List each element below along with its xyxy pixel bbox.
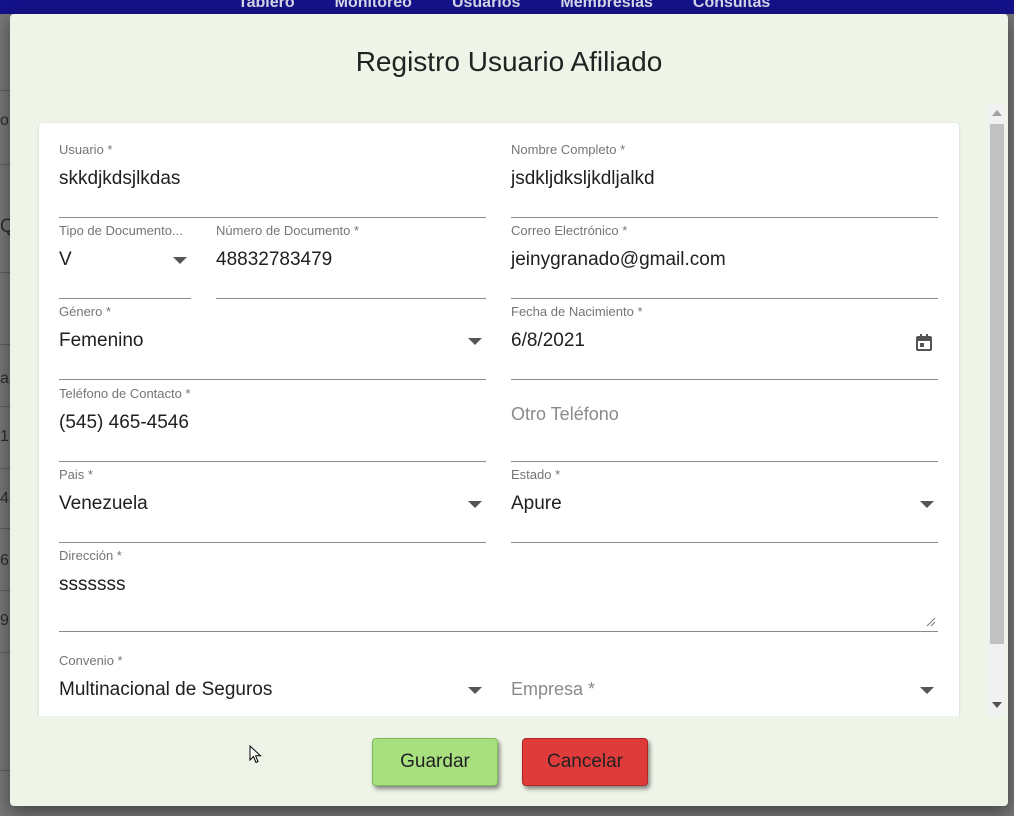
estado-value[interactable]: Apure bbox=[511, 493, 562, 515]
correo-input[interactable]: jeinygranado@gmail.com bbox=[511, 249, 726, 271]
pais-select[interactable]: Pais * Venezuela bbox=[59, 467, 486, 543]
genero-label: Género * bbox=[59, 304, 112, 319]
direccion-textarea[interactable]: sssssss bbox=[59, 574, 126, 596]
otro-telefono-placeholder[interactable]: Otro Teléfono bbox=[511, 404, 619, 425]
nav-item-tablero: Tablero bbox=[238, 0, 295, 11]
estado-select[interactable]: Estado * Apure bbox=[511, 467, 938, 543]
calendar-icon[interactable] bbox=[916, 334, 932, 351]
registration-dialog: Registro Usuario Afiliado Usuario * skkd… bbox=[10, 14, 1008, 806]
fecha-nacimiento-input[interactable]: 6/8/2021 bbox=[511, 330, 585, 352]
correo-field[interactable]: Correo Electrónico * jeinygranado@gmail.… bbox=[511, 223, 938, 299]
genero-select[interactable]: Género * Femenino bbox=[59, 304, 486, 380]
background-divider bbox=[0, 468, 10, 469]
nav-item-monitoreo: Monitoreo bbox=[334, 0, 412, 11]
background-edge-text: 4 bbox=[0, 490, 9, 507]
nombre-completo-field[interactable]: Nombre Completo * jsdkljdksljkdljalkd bbox=[511, 142, 938, 218]
fecha-nacimiento-field[interactable]: Fecha de Nacimiento * 6/8/2021 bbox=[511, 304, 938, 380]
chevron-down-icon[interactable] bbox=[920, 687, 934, 694]
background-edge-text: o bbox=[0, 112, 9, 129]
background-edge-text: a bbox=[0, 370, 9, 387]
background-nav: Tablero Monitoreo Usuarios Membresías Co… bbox=[238, 0, 770, 12]
telefono-label: Teléfono de Contacto * bbox=[59, 386, 191, 401]
numero-documento-label: Número de Documento * bbox=[216, 223, 360, 238]
form-card: Usuario * skkdjkdsjlkdas Nombre Completo… bbox=[39, 123, 959, 716]
background-divider bbox=[0, 344, 10, 345]
otro-telefono-field[interactable]: Otro Teléfono bbox=[511, 386, 938, 462]
cancelar-button[interactable]: Cancelar bbox=[522, 738, 648, 786]
telefono-input[interactable]: (545) 465-4546 bbox=[59, 412, 189, 434]
tipo-documento-value[interactable]: V bbox=[59, 249, 72, 271]
usuario-label: Usuario * bbox=[59, 142, 113, 157]
fecha-nacimiento-label: Fecha de Nacimiento * bbox=[511, 304, 643, 319]
background-divider bbox=[0, 406, 10, 407]
nav-item-usuarios: Usuarios bbox=[451, 0, 521, 11]
nav-item-consultas: Consultas bbox=[692, 0, 771, 11]
numero-documento-input[interactable]: 48832783479 bbox=[216, 249, 332, 271]
convenio-label: Convenio * bbox=[59, 653, 123, 668]
background-divider bbox=[0, 272, 10, 273]
background-edge-text: 9 bbox=[0, 612, 9, 629]
usuario-input[interactable]: skkdjkdsjlkdas bbox=[59, 168, 180, 190]
nombre-completo-input[interactable]: jsdkljdksljkdljalkd bbox=[511, 168, 655, 190]
convenio-value[interactable]: Multinacional de Seguros bbox=[59, 679, 272, 701]
dialog-title: Registro Usuario Afiliado bbox=[355, 46, 663, 77]
pais-label: Pais * bbox=[59, 467, 93, 482]
background-divider bbox=[0, 590, 10, 591]
background-edge-text: 1 bbox=[0, 428, 9, 445]
form-scroll-area[interactable]: Usuario * skkdjkdsjlkdas Nombre Completo… bbox=[30, 104, 988, 716]
background-divider bbox=[0, 652, 10, 653]
scrollbar-thumb[interactable] bbox=[990, 124, 1004, 644]
estado-label: Estado * bbox=[511, 467, 561, 482]
convenio-select[interactable]: Convenio * Multinacional de Seguros bbox=[59, 653, 486, 716]
resize-grip-icon[interactable] bbox=[926, 617, 936, 627]
direccion-field[interactable]: Dirección * sssssss bbox=[59, 548, 938, 632]
genero-value[interactable]: Femenino bbox=[59, 330, 144, 352]
chevron-down-icon[interactable] bbox=[468, 501, 482, 508]
scroll-up-arrow-icon[interactable] bbox=[992, 110, 1002, 116]
background-divider bbox=[0, 528, 10, 529]
guardar-button[interactable]: Guardar bbox=[372, 738, 498, 786]
background-divider bbox=[0, 90, 10, 91]
telefono-field[interactable]: Teléfono de Contacto * (545) 465-4546 bbox=[59, 386, 486, 462]
numero-documento-field[interactable]: Número de Documento * 48832783479 bbox=[216, 223, 486, 299]
empresa-select[interactable]: Empresa * bbox=[511, 653, 938, 716]
empresa-placeholder[interactable]: Empresa * bbox=[511, 679, 595, 700]
chevron-down-icon[interactable] bbox=[920, 501, 934, 508]
usuario-field[interactable]: Usuario * skkdjkdsjlkdas bbox=[59, 142, 486, 218]
chevron-down-icon[interactable] bbox=[468, 338, 482, 345]
nombre-completo-label: Nombre Completo * bbox=[511, 142, 626, 157]
tipo-documento-select[interactable]: Tipo de Documento... V bbox=[59, 223, 191, 299]
scroll-down-arrow-icon[interactable] bbox=[992, 702, 1002, 708]
nav-item-membresias: Membresías bbox=[560, 0, 653, 11]
tipo-documento-label: Tipo de Documento... bbox=[59, 223, 183, 238]
chevron-down-icon[interactable] bbox=[173, 257, 187, 264]
background-divider bbox=[0, 770, 10, 771]
chevron-down-icon[interactable] bbox=[468, 687, 482, 694]
form-scrollbar[interactable] bbox=[988, 104, 1006, 716]
background-divider bbox=[0, 164, 10, 165]
pais-value[interactable]: Venezuela bbox=[59, 493, 148, 515]
direccion-label: Dirección * bbox=[59, 548, 122, 563]
background-edge-text: Q bbox=[0, 216, 15, 237]
mouse-pointer-icon bbox=[249, 745, 262, 764]
correo-label: Correo Electrónico * bbox=[511, 223, 628, 238]
background-edge-text: 6 bbox=[0, 552, 9, 569]
background-topbar: Tablero Monitoreo Usuarios Membresías Co… bbox=[0, 0, 1014, 14]
